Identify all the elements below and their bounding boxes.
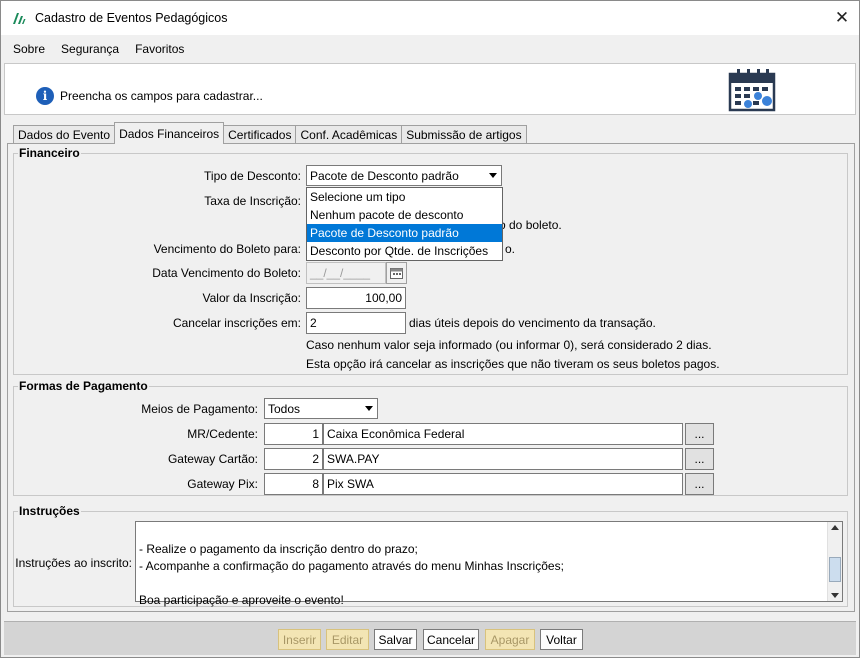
gateway-cartao-code-input[interactable]: 2 xyxy=(264,448,323,470)
scroll-up-icon[interactable] xyxy=(831,525,839,530)
cancelar-dias-input[interactable]: 2 xyxy=(306,312,406,334)
voltar-button[interactable]: Voltar xyxy=(540,629,583,650)
taxa-inscricao-label: Taxa de Inscrição: xyxy=(204,194,301,208)
data-vencimento-input[interactable]: __/__/____ xyxy=(306,262,386,284)
info-message: Preencha os campos para cadastrar... xyxy=(60,89,263,103)
financeiro-title: Financeiro xyxy=(18,146,81,160)
gateway-cartao-lookup-button[interactable]: ... xyxy=(685,448,714,470)
meios-pagamento-label: Meios de Pagamento: xyxy=(141,402,258,416)
taxa-partial-text: o do boleto. xyxy=(499,218,562,232)
vencimento-boleto-label: Vencimento do Boleto para: xyxy=(153,242,301,256)
menu-sobre[interactable]: Sobre xyxy=(13,42,45,56)
scroll-thumb[interactable] xyxy=(829,557,841,582)
inserir-button[interactable]: Inserir xyxy=(278,629,321,650)
meios-pagamento-value: Todos xyxy=(268,401,301,416)
cancelar-button[interactable]: Cancelar xyxy=(423,629,479,650)
instrucoes-title: Instruções xyxy=(18,504,81,518)
action-bar: Inserir Editar Salvar Cancelar Apagar Vo… xyxy=(4,621,856,655)
salvar-button[interactable]: Salvar xyxy=(374,629,417,650)
tab-dados-financeiros[interactable]: Dados Financeiros xyxy=(114,122,225,144)
valor-inscricao-label: Valor da Inscrição: xyxy=(202,291,302,305)
mr-cedente-name-input[interactable]: Caixa Econômica Federal xyxy=(323,423,683,445)
gateway-cartao-name-input[interactable]: SWA.PAY xyxy=(323,448,683,470)
gateway-pix-lookup-button[interactable]: ... xyxy=(685,473,714,495)
window-title: Cadastro de Eventos Pedagógicos xyxy=(35,11,228,25)
cancelar-note-1: Caso nenhum valor seja informado (ou inf… xyxy=(306,338,712,352)
tipo-desconto-dropdown: Selecione um tipo Nenhum pacote de desco… xyxy=(306,187,503,261)
mr-cedente-label: MR/Cedente: xyxy=(187,427,258,441)
app-logo-icon xyxy=(13,13,26,24)
dropdown-option[interactable]: Nenhum pacote de desconto xyxy=(307,206,502,224)
mr-cedente-code-input[interactable]: 1 xyxy=(264,423,323,445)
info-panel: i Preencha os campos para cadastrar... xyxy=(4,63,856,115)
info-icon: i xyxy=(36,87,54,105)
chevron-down-icon[interactable] xyxy=(365,406,373,411)
main-window: Cadastro de Eventos Pedagógicos ✕ Sobre … xyxy=(0,0,860,658)
meios-pagamento-select[interactable]: Todos xyxy=(264,398,378,419)
scroll-down-icon[interactable] xyxy=(831,593,839,598)
instrucoes-line: - Acompanhe a confirmação do pagamento a… xyxy=(139,559,564,573)
instrucoes-inscrito-label: Instruções ao inscrito: xyxy=(15,556,132,570)
tab-bar: Dados do Evento Dados Financeiros Certif… xyxy=(13,122,527,144)
formas-pagamento-title: Formas de Pagamento xyxy=(18,379,149,393)
menu-seguranca[interactable]: Segurança xyxy=(61,42,119,56)
instrucoes-line: Boa participação e aproveite o evento! xyxy=(139,593,344,607)
calendar-picker-icon[interactable] xyxy=(386,262,407,284)
cancelar-inscricoes-label: Cancelar inscrições em: xyxy=(172,316,301,330)
tab-certificados[interactable]: Certificados xyxy=(223,125,297,144)
apagar-button[interactable]: Apagar xyxy=(485,629,535,650)
editar-button[interactable]: Editar xyxy=(326,629,369,650)
tab-dados-evento[interactable]: Dados do Evento xyxy=(13,125,116,144)
dropdown-option-selected[interactable]: Pacote de Desconto padrão xyxy=(307,224,502,242)
gateway-pix-code-input[interactable]: 8 xyxy=(264,473,323,495)
menu-bar: Sobre Segurança Favoritos xyxy=(1,35,859,62)
gateway-cartao-label: Gateway Cartão: xyxy=(167,452,258,466)
chevron-down-icon[interactable] xyxy=(489,173,497,178)
mr-cedente-lookup-button[interactable]: ... xyxy=(685,423,714,445)
tipo-desconto-select[interactable]: Pacote de Desconto padrão xyxy=(306,165,502,186)
cancelar-suffix-text: dias úteis depois do vencimento da trans… xyxy=(409,316,656,330)
dropdown-option[interactable]: Selecione um tipo xyxy=(307,188,502,206)
title-bar: Cadastro de Eventos Pedagógicos ✕ xyxy=(1,1,859,35)
valor-inscricao-input[interactable]: 100,00 xyxy=(306,287,406,309)
instrucoes-line xyxy=(139,575,839,592)
vencimento-partial-text: o. xyxy=(505,242,516,256)
menu-favoritos[interactable]: Favoritos xyxy=(135,42,184,56)
gateway-pix-label: Gateway Pix: xyxy=(187,477,258,491)
cancelar-note-2: Esta opção irá cancelar as inscrições qu… xyxy=(306,357,720,371)
textarea-scrollbar[interactable] xyxy=(827,522,842,601)
instrucoes-line xyxy=(139,524,839,541)
gateway-pix-name-input[interactable]: Pix SWA xyxy=(323,473,683,495)
tab-submissao-artigos[interactable]: Submissão de artigos xyxy=(401,125,527,144)
dropdown-option[interactable]: Desconto por Qtde. de Inscrições xyxy=(307,242,502,260)
data-vencimento-label: Data Vencimento do Boleto: xyxy=(152,266,301,280)
instrucoes-line: - Realize o pagamento da inscrição dentr… xyxy=(139,542,418,556)
close-icon[interactable]: ✕ xyxy=(825,1,859,35)
tipo-desconto-value: Pacote de Desconto padrão xyxy=(310,168,459,183)
instrucoes-textarea[interactable]: - Realize o pagamento da inscrição dentr… xyxy=(135,521,843,607)
calendar-icon xyxy=(728,69,776,112)
tipo-desconto-label: Tipo de Desconto: xyxy=(204,169,301,183)
tab-conf-academicas[interactable]: Conf. Acadêmicas xyxy=(295,125,403,144)
